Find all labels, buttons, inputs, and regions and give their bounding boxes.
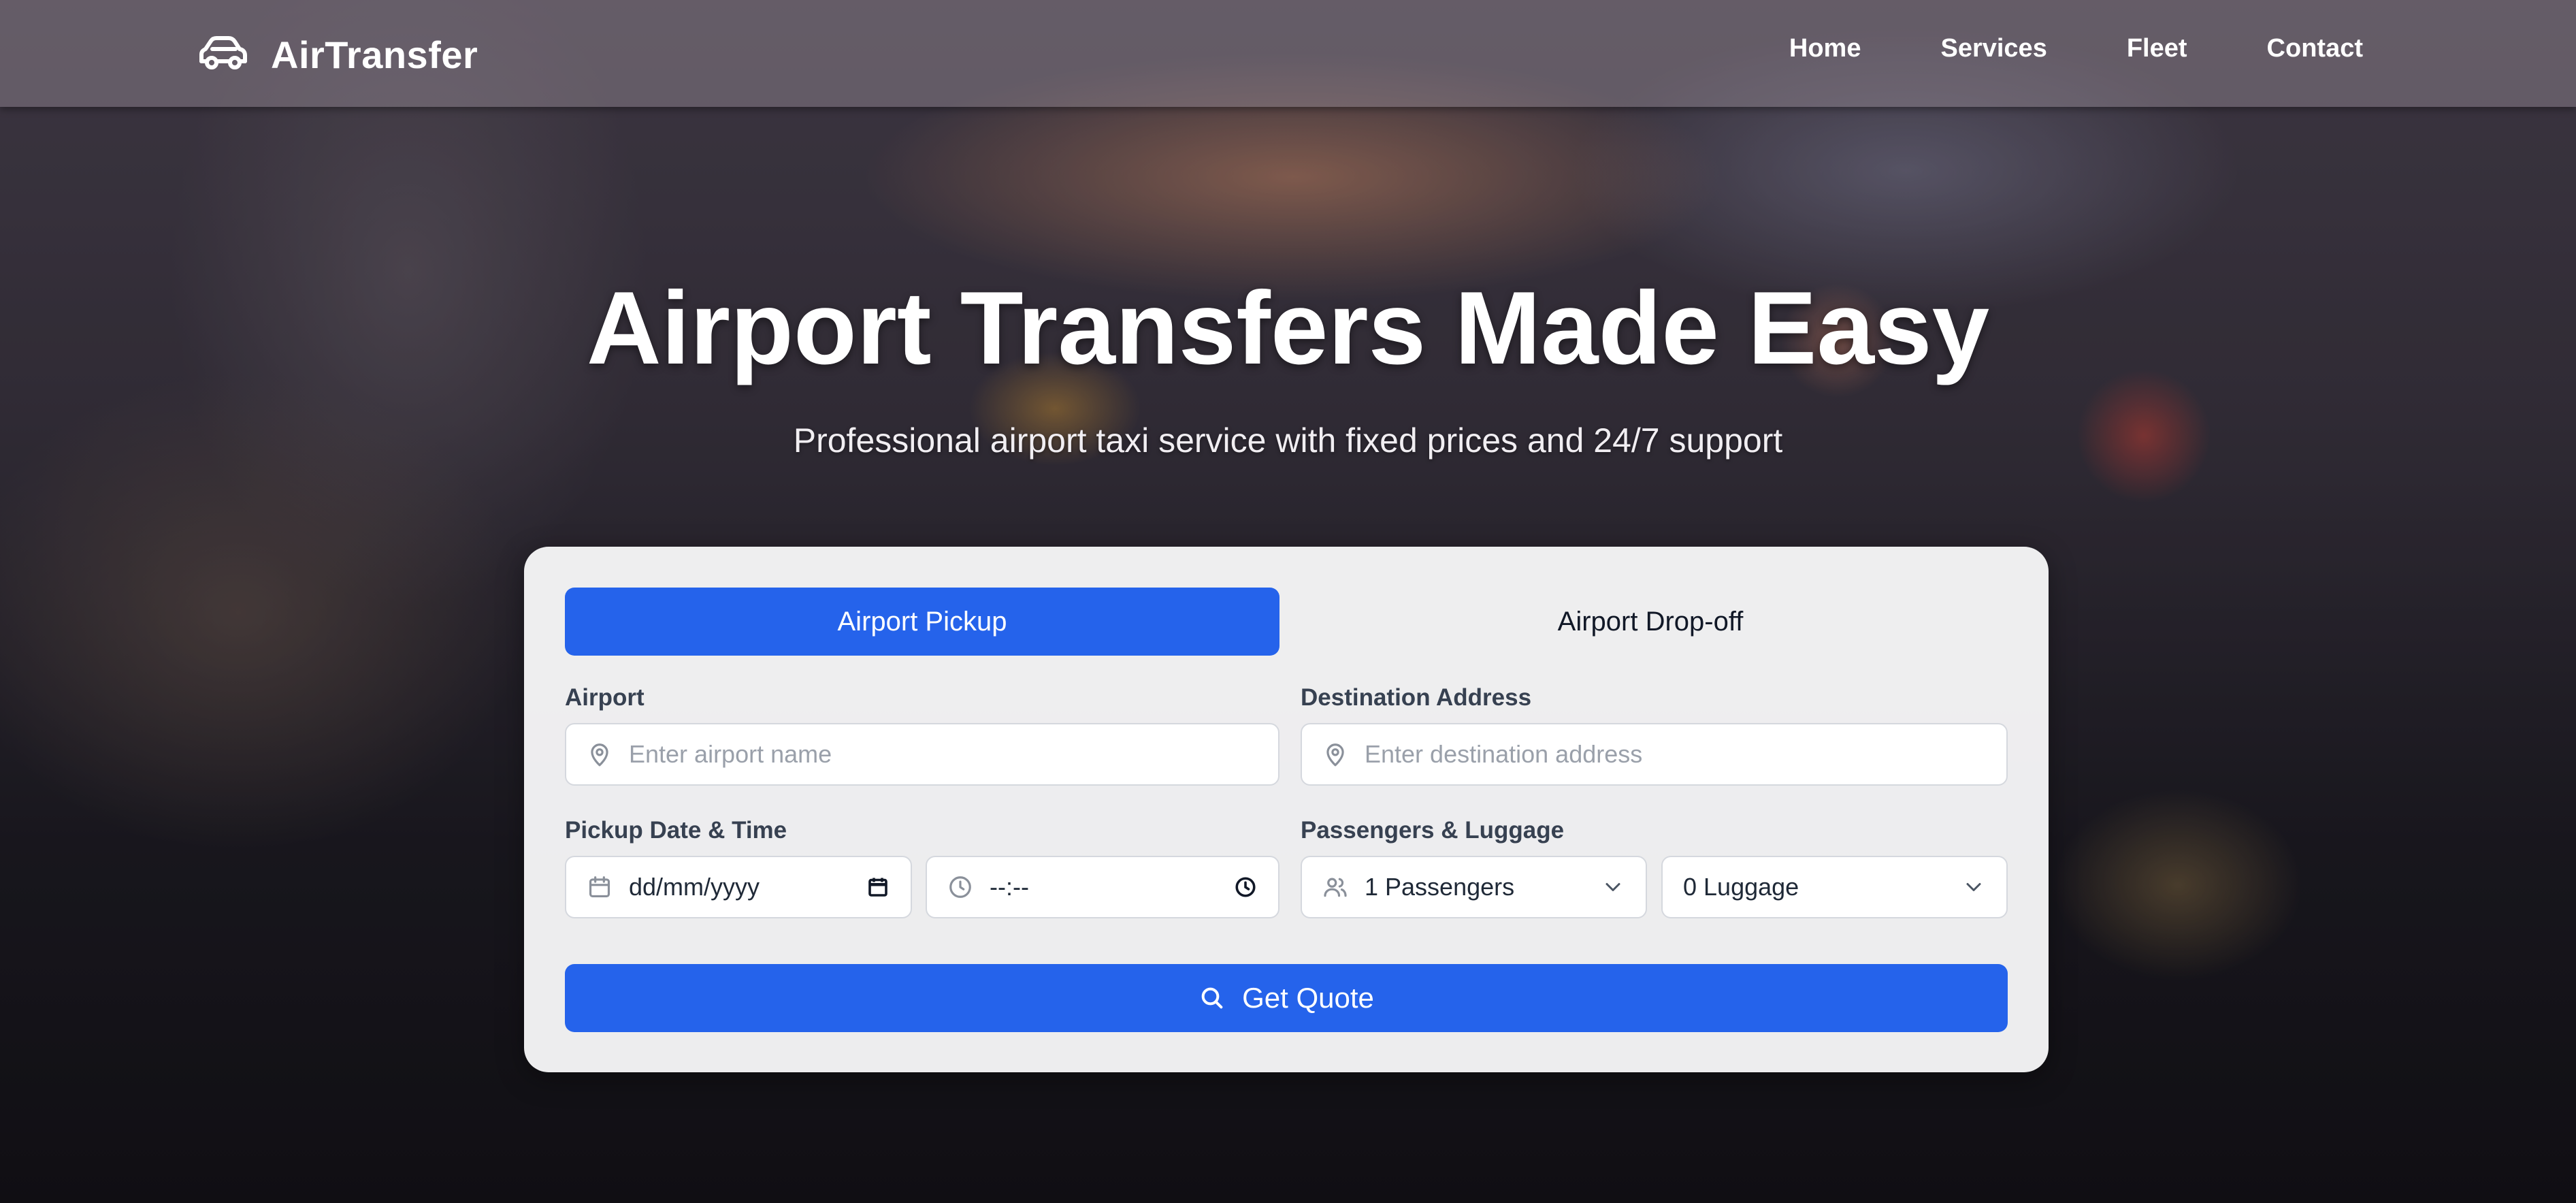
booking-tabs: Airport Pickup Airport Drop-off [565,588,2008,656]
get-quote-label: Get Quote [1242,982,1374,1014]
get-quote-button[interactable]: Get Quote [565,964,2008,1032]
map-pin-icon [1326,743,1344,767]
pickup-date-value: dd/mm/yyyy [629,873,760,901]
nav-services[interactable]: Services [1940,34,2047,63]
page: AirTransfer Home Services Fleet Contact … [0,0,2576,1203]
booking-card: Airport Pickup Airport Drop-off Airport … [524,547,2049,1072]
chevron-down-icon [1605,883,1620,891]
car-icon [199,36,247,69]
airport-label: Airport [565,684,645,711]
hero-subtitle: Professional airport taxi service with f… [793,421,1783,460]
site-header: AirTransfer Home Services Fleet Contact [0,0,2576,107]
airport-input[interactable]: Enter airport name [565,723,1279,786]
brand-name: AirTransfer [271,33,478,76]
airport-placeholder: Enter airport name [629,740,832,768]
pickup-time-input[interactable]: --:-- [926,856,1279,918]
passengers-select[interactable]: 1 Passengers [1301,856,1647,918]
destination-input[interactable]: Enter destination address [1301,723,2008,786]
calendar-icon [589,876,610,898]
calendar-picker-icon[interactable] [866,875,890,899]
search-icon [1201,987,1223,1009]
users-icon [1324,878,1347,897]
tab-airport-dropoff[interactable]: Airport Drop-off [1293,588,2008,656]
passengers-luggage-label: Passengers & Luggage [1301,817,1565,844]
clock-icon [949,876,971,898]
time-picker-icon[interactable] [1233,875,1258,899]
chevron-down-icon [1966,883,1981,891]
pickup-datetime-label: Pickup Date & Time [565,817,787,844]
destination-placeholder: Enter destination address [1365,740,1643,768]
destination-label: Destination Address [1301,684,1532,711]
tab-airport-pickup[interactable]: Airport Pickup [565,588,1279,656]
pickup-time-value: --:-- [990,873,1029,901]
brand-logo[interactable]: AirTransfer [197,27,478,82]
passengers-value: 1 Passengers [1365,873,1515,901]
nav-fleet[interactable]: Fleet [2127,34,2187,63]
pickup-date-input[interactable]: dd/mm/yyyy [565,856,912,918]
luggage-value: 0 Luggage [1683,873,1799,901]
luggage-select[interactable]: 0 Luggage [1661,856,2008,918]
hero-title: Airport Transfers Made Easy [586,270,1990,386]
nav-home[interactable]: Home [1789,34,1861,63]
main-nav: Home Services Fleet Contact [1710,34,2363,63]
nav-contact[interactable]: Contact [2267,34,2363,63]
map-pin-icon [591,743,608,767]
